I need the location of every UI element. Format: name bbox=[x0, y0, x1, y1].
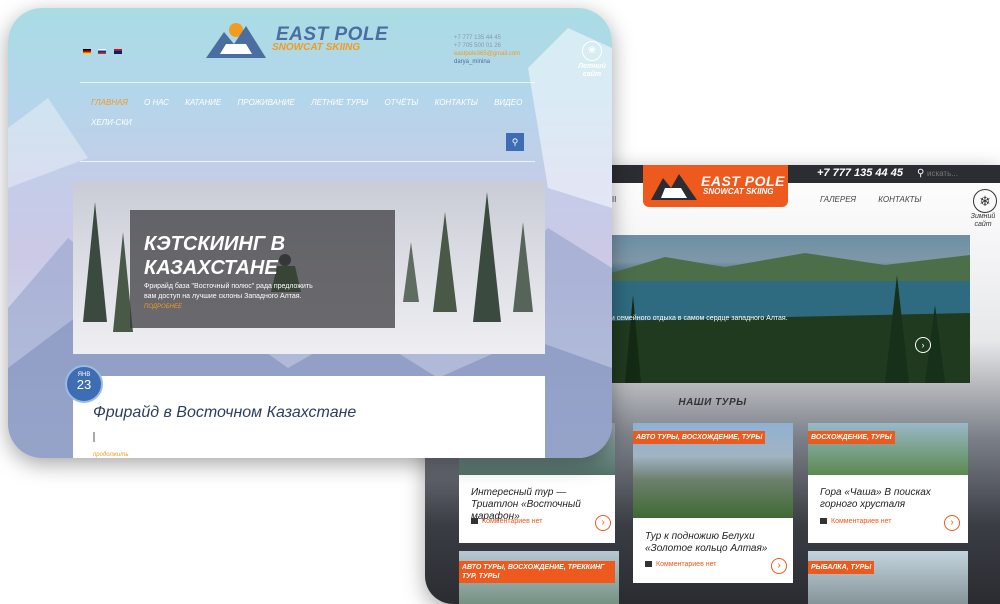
post-title[interactable]: Фрирайд в Восточном Казахстане bbox=[93, 404, 356, 422]
slide-text: Фрирайд база "Восточный полюс" рада пред… bbox=[144, 283, 313, 300]
tour-image bbox=[808, 551, 968, 604]
tour-title[interactable]: Тур к подножию Белухи «Золотое кольцо Ал… bbox=[645, 531, 785, 555]
tour-card[interactable]: АВТО ТУРЫ, ВОСХОЖДЕНИЕ, ТРЕККИНГ ТУР, ТУ… bbox=[459, 551, 619, 604]
tour-tags[interactable]: ВОСХОЖДЕНИЕ, ТУРЫ bbox=[808, 431, 895, 444]
email-link[interactable]: eastpole365@gmail.com bbox=[454, 50, 520, 58]
nav-item-about[interactable]: О НАС bbox=[144, 98, 169, 107]
tour-comments[interactable]: Комментариев нет bbox=[820, 518, 891, 525]
main-nav: ГАЛЕРЕЯ КОНТАКТЫ bbox=[820, 195, 942, 204]
nav-item-contacts[interactable]: КОНТАКТЫ bbox=[878, 195, 921, 204]
search-icon[interactable]: ⚲ bbox=[506, 133, 524, 151]
arrow-right-icon[interactable]: › bbox=[944, 515, 960, 531]
post-excerpt bbox=[93, 432, 95, 442]
date-badge: ЯНВ 23 bbox=[65, 365, 103, 403]
nav-item-skiing[interactable]: КАТАНИЕ bbox=[185, 98, 221, 107]
divider bbox=[80, 82, 535, 83]
winter-site-link[interactable]: Зимний сайт bbox=[965, 213, 1000, 229]
slide-more-link[interactable]: ПОДРОБНЕЕ bbox=[144, 304, 182, 310]
hero-text: о и семейного отдыха в самом сердце запа… bbox=[605, 315, 788, 322]
summer-logo[interactable]: EAST POLE SNOWCAT SKIING bbox=[643, 165, 788, 207]
phone-number: +7 777 135 44 45 bbox=[454, 35, 501, 41]
nav-item-summer-tours[interactable]: ЛЕТНИЕ ТУРЫ bbox=[311, 98, 368, 107]
nav-item-accommodation[interactable]: ПРОЖИВАНИЕ bbox=[237, 98, 294, 107]
snowcat-logo-icon bbox=[651, 174, 697, 200]
tour-comments[interactable]: Комментариев нет bbox=[471, 518, 542, 525]
tour-comments[interactable]: Комментариев нет bbox=[645, 561, 716, 568]
logo-subtitle[interactable]: SNOWCAT SKIING bbox=[272, 42, 360, 53]
flag-en-icon[interactable] bbox=[113, 49, 122, 54]
slide-title: КЭТСКИИНГ В КАЗАХСТАНЕ bbox=[144, 233, 286, 279]
next-arrow-icon[interactable]: › bbox=[915, 337, 931, 353]
flag-de-icon[interactable] bbox=[83, 49, 91, 54]
nav-item-video[interactable]: ВИДЕО bbox=[494, 98, 522, 107]
blog-post: Фрирайд в Восточном Казахстане продолжит… bbox=[73, 376, 545, 458]
arrow-right-icon[interactable]: › bbox=[595, 515, 611, 531]
continue-link[interactable]: продолжить bbox=[93, 452, 129, 458]
tour-tags[interactable]: АВТО ТУРЫ, ВОСХОЖДЕНИЕ, ТУРЫ bbox=[633, 431, 766, 444]
snowcat-logo-icon[interactable] bbox=[206, 20, 266, 60]
logo-subtitle: SNOWCAT SKIING bbox=[703, 187, 774, 196]
hero-slider: о и семейного отдыха в самом сердце запа… bbox=[605, 235, 970, 383]
skype-link[interactable]: darya_minina bbox=[454, 58, 520, 66]
leaf-icon[interactable]: ❀ bbox=[582, 41, 602, 61]
arrow-right-icon[interactable]: › bbox=[771, 558, 787, 574]
nav-item-heliski[interactable]: ХЕЛИ-СКИ bbox=[91, 118, 132, 127]
tour-tags[interactable]: РЫБАЛКА, ТУРЫ bbox=[808, 561, 875, 574]
snowflake-icon[interactable]: ❄ bbox=[973, 189, 997, 213]
slide-caption: КЭТСКИИНГ В КАЗАХСТАНЕ Фрирайд база "Вос… bbox=[130, 210, 395, 328]
contacts-block: +7 777 135 44 45 +7 705 500 01 26 eastpo… bbox=[454, 34, 520, 66]
search-icon[interactable]: ⚲ bbox=[917, 168, 924, 179]
main-nav: ГЛАВНАЯ О НАС КАТАНИЕ ПРОЖИВАНИЕ ЛЕТНИЕ … bbox=[91, 98, 536, 107]
phone-number: +7 705 500 01 26 bbox=[454, 43, 501, 49]
phone-number: +7 777 135 44 45 bbox=[817, 167, 903, 179]
hero-slider: КЭТСКИИНГ В КАЗАХСТАНЕ Фрирайд база "Вос… bbox=[73, 182, 545, 354]
nav-item-home[interactable]: ГЛАВНАЯ bbox=[91, 98, 128, 107]
winter-site-screenshot: EAST POLE SNOWCAT SKIING +7 777 135 44 4… bbox=[8, 8, 612, 458]
tour-card[interactable]: РЫБАЛКА, ТУРЫ bbox=[808, 551, 968, 604]
lake-landscape-image bbox=[605, 253, 970, 383]
nav-item-contacts[interactable]: КОНТАКТЫ bbox=[435, 98, 478, 107]
tour-title[interactable]: Гора «Чаша» В поисках горного хрусталя bbox=[820, 487, 960, 511]
search-input[interactable]: искать... bbox=[927, 169, 958, 178]
date-day: 23 bbox=[76, 377, 92, 392]
divider bbox=[80, 161, 535, 162]
tour-tags[interactable]: АВТО ТУРЫ, ВОСХОЖДЕНИЕ, ТРЕККИНГ ТУР, ТУ… bbox=[459, 561, 615, 583]
language-switcher bbox=[83, 41, 125, 59]
summer-site-link[interactable]: Летний сайт bbox=[575, 63, 609, 79]
tour-card[interactable]: ВОСХОЖДЕНИЕ, ТУРЫ Гора «Чаша» В поисках … bbox=[808, 423, 968, 543]
nav-item-gallery[interactable]: ГАЛЕРЕЯ bbox=[820, 195, 856, 204]
tour-card[interactable]: АВТО ТУРЫ, ВОСХОЖДЕНИЕ, ТУРЫ Тур к подно… bbox=[633, 423, 793, 583]
nav-item-reports[interactable]: ОТЧЁТЫ bbox=[385, 98, 419, 107]
flag-ru-icon[interactable] bbox=[98, 49, 107, 54]
